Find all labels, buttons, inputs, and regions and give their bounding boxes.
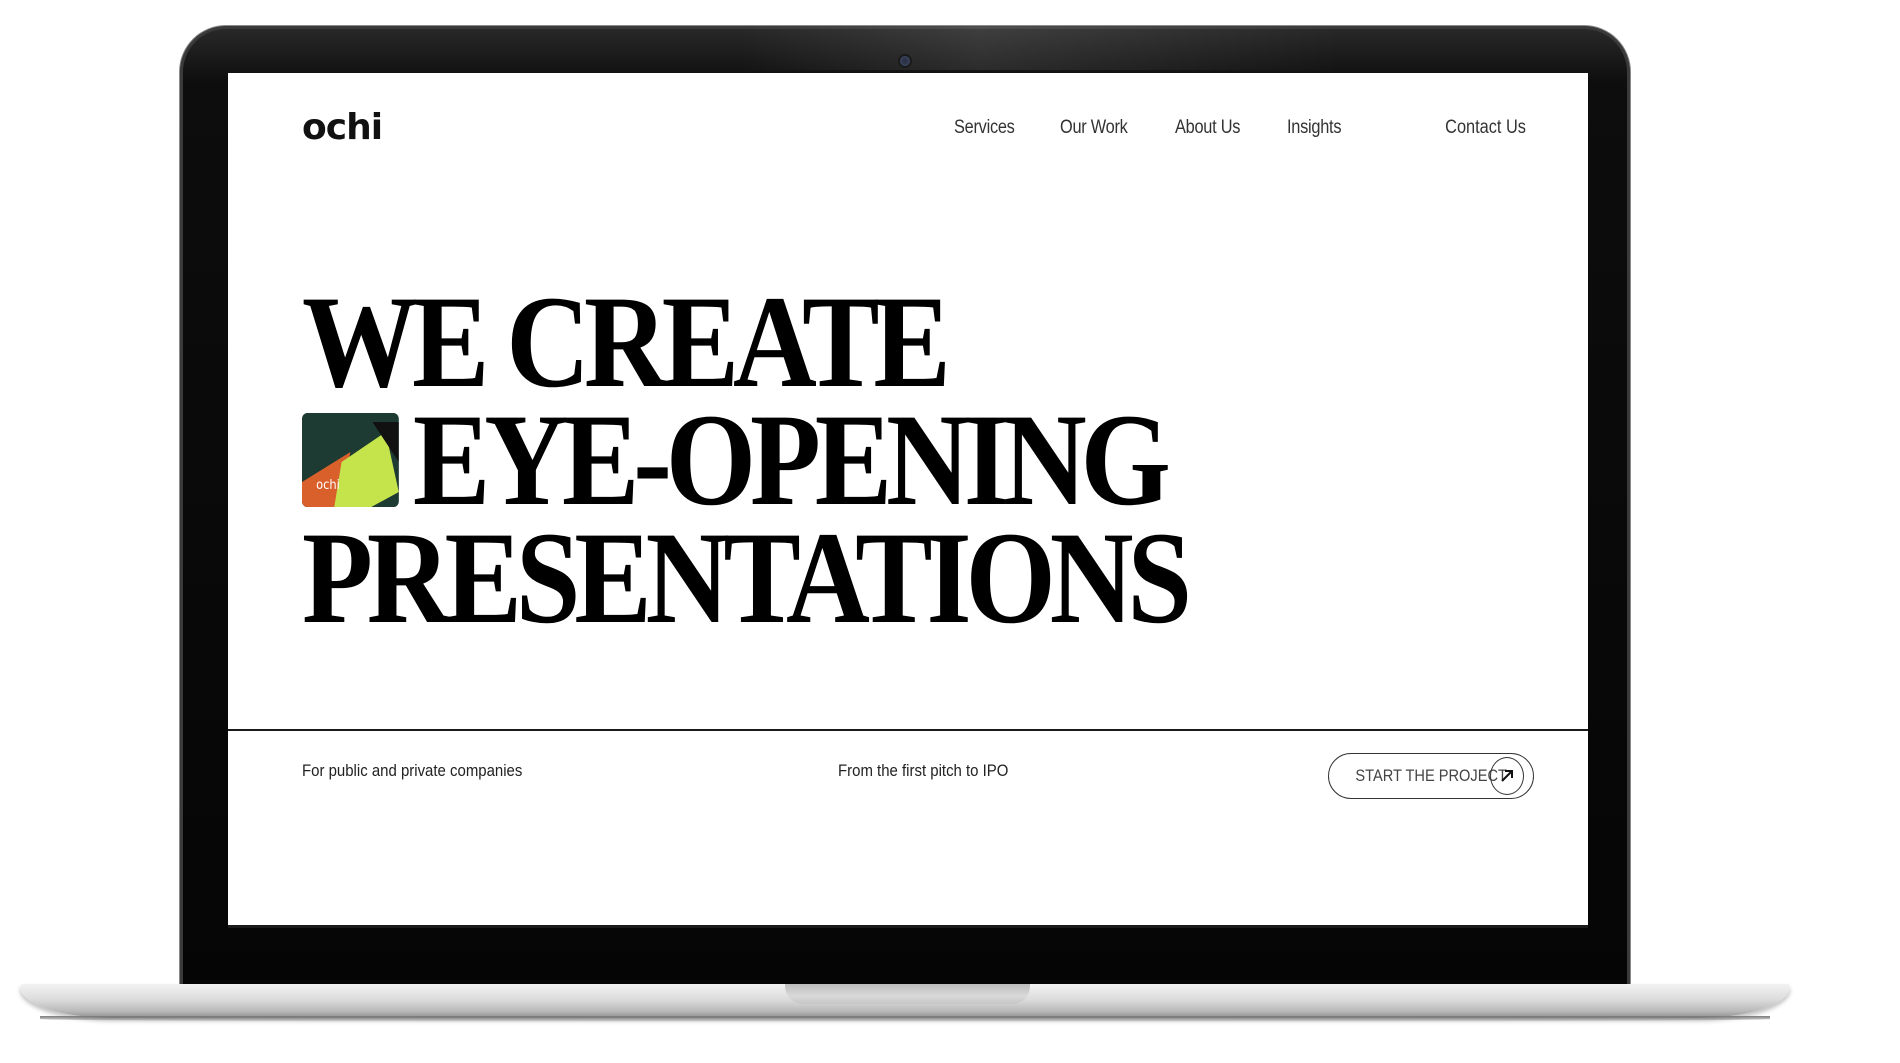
nav-item-insights[interactable]: Insights bbox=[1287, 117, 1342, 139]
hero-line-1: WE CREATE bbox=[302, 268, 951, 415]
nav-item-contact-us[interactable]: Contact Us bbox=[1445, 117, 1526, 139]
laptop-base-notch bbox=[785, 984, 1030, 1004]
screen-edge bbox=[228, 925, 1588, 928]
nav-item-our-work[interactable]: Our Work bbox=[1060, 117, 1128, 139]
site-logo[interactable]: ochi bbox=[302, 107, 383, 148]
arrow-up-right-icon bbox=[1501, 770, 1513, 782]
hero-line-2-row: ochi ochi EYE-OPENING bbox=[302, 386, 1186, 533]
laptop-mockup: ochi Services Our Work About Us Insights… bbox=[0, 0, 1900, 1063]
thumbnail-logo-top: ochi bbox=[316, 478, 340, 493]
tagline-middle: From the first pitch to IPO bbox=[838, 761, 1009, 780]
section-divider bbox=[228, 729, 1588, 731]
webcam-icon bbox=[900, 56, 910, 66]
laptop-base-shadow bbox=[40, 1016, 1770, 1022]
nav-item-about-us[interactable]: About Us bbox=[1175, 117, 1240, 139]
start-project-arrow-button[interactable] bbox=[1490, 757, 1524, 795]
start-project-label: START THE PROJECT bbox=[1355, 766, 1507, 785]
hero-line-3: PRESENTATIONS bbox=[302, 504, 1192, 651]
hero-thumbnail-image: ochi ochi bbox=[302, 413, 399, 507]
laptop-screen: ochi Services Our Work About Us Insights… bbox=[228, 73, 1588, 928]
main-nav: Services Our Work About Us Insights bbox=[954, 117, 1350, 139]
nav-item-services[interactable]: Services bbox=[954, 117, 1015, 139]
hero-heading: WE CREATE ochi ochi EYE-OPENING PRESENTA… bbox=[302, 268, 1306, 651]
tagline-left: For public and private companies bbox=[302, 761, 523, 780]
lid-sheen bbox=[740, 26, 1340, 70]
hero-line-2: EYE-OPENING bbox=[412, 386, 1171, 533]
